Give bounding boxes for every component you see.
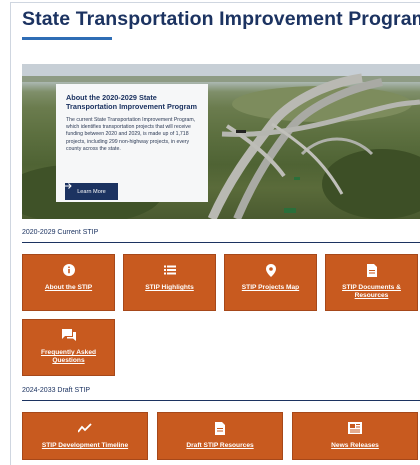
tile-frequently-asked-questions[interactable]: Frequently Asked Questions [22, 319, 115, 376]
draft-stip-rule [22, 400, 420, 401]
arrow-right-icon [65, 183, 72, 189]
tile-stip-highlights[interactable]: STIP Highlights [123, 254, 216, 311]
draft-stip-heading: 2024-2033 Draft STIP [22, 387, 91, 394]
current-stip-heading: 2020-2029 Current STIP [22, 229, 99, 236]
trend-line-icon [78, 421, 92, 435]
newspaper-icon [348, 421, 362, 435]
learn-more-button[interactable]: Learn More [65, 183, 118, 200]
tile-stip-projects-map[interactable]: STIP Projects Map [224, 254, 317, 311]
tile-draft-stip-resources[interactable]: Draft STIP Resources [157, 412, 283, 460]
hero-card-body: The current State Transportation Improve… [66, 117, 196, 152]
page-title: State Transportation Improvement Program [22, 8, 420, 30]
tile-label: About the STIP [44, 284, 93, 291]
document-icon [366, 263, 377, 277]
tile-label: STIP Highlights [145, 284, 194, 291]
list-icon [163, 263, 176, 277]
tile-label: STIP Projects Map [241, 284, 300, 291]
chat-icon [61, 328, 76, 342]
hero-card-title: About the 2020-2029 State Transportation… [66, 93, 197, 111]
tile-stip-documents-resources[interactable]: STIP Documents & Resources [325, 254, 418, 311]
tile-label: STIP Development Timeline [41, 442, 129, 449]
learn-more-label: Learn More [77, 188, 106, 195]
current-stip-rule [22, 242, 420, 243]
tile-stip-development-timeline[interactable]: STIP Development Timeline [22, 412, 148, 460]
tile-label: News Releases [331, 442, 379, 449]
tile-news-releases[interactable]: News Releases [292, 412, 418, 460]
tile-about-the-stip[interactable]: About the STIP [22, 254, 115, 311]
tile-label: Frequently Asked Questions [40, 349, 97, 365]
map-pin-icon [265, 263, 276, 277]
info-icon [62, 263, 75, 277]
hero-info-card: About the 2020-2029 State Transportation… [56, 84, 208, 202]
document-icon [215, 421, 225, 435]
hero-banner: About the 2020-2029 State Transportation… [22, 64, 420, 219]
tile-label: Draft STIP Resources [186, 442, 254, 449]
tile-label: STIP Documents & Resources [342, 284, 401, 300]
title-underline [22, 37, 112, 40]
